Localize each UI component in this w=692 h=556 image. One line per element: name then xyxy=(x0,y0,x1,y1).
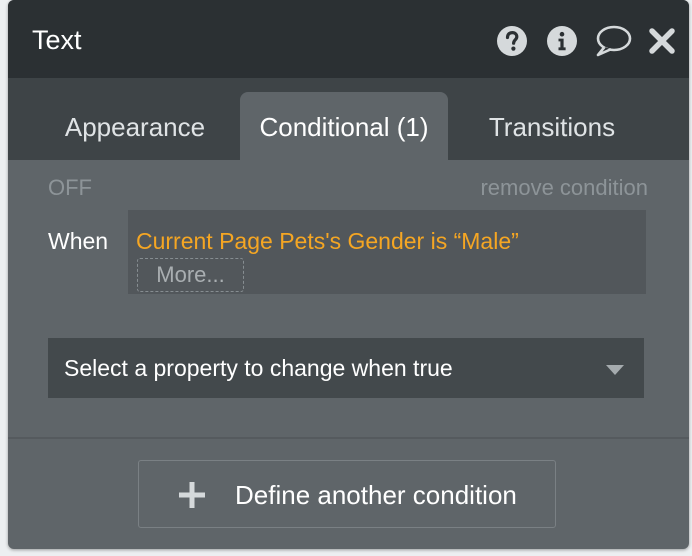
more-button[interactable]: More... xyxy=(137,258,244,292)
close-icon[interactable] xyxy=(648,27,676,55)
plus-icon xyxy=(179,482,205,508)
tab-appearance[interactable]: Appearance xyxy=(40,92,230,160)
when-label: When xyxy=(48,228,109,254)
condition-expression-field[interactable]: Current Page Pets's Gender is “Male” Mor… xyxy=(128,210,646,294)
define-condition-button[interactable]: Define another condition xyxy=(138,460,556,528)
property-select[interactable]: Select a property to change when true xyxy=(48,338,644,398)
panel-title: Text xyxy=(32,25,82,55)
tab-bar: Appearance Conditional (1) Transitions xyxy=(8,78,689,160)
condition-status: OFF xyxy=(48,175,92,200)
comment-icon[interactable] xyxy=(594,24,632,58)
title-bar: Text xyxy=(8,0,689,78)
define-condition-label: Define another condition xyxy=(235,480,517,510)
divider xyxy=(8,437,689,439)
info-icon[interactable] xyxy=(546,25,578,57)
tab-transitions[interactable]: Transitions xyxy=(462,92,642,160)
property-select-placeholder: Select a property to change when true xyxy=(64,355,453,381)
property-editor-panel: Text Appearance Conditional (1) Transiti… xyxy=(8,0,689,549)
condition-expression[interactable]: Current Page Pets's Gender is “Male” xyxy=(136,226,519,256)
caret-down-icon xyxy=(606,365,624,375)
tab-conditional[interactable]: Conditional (1) xyxy=(240,92,448,160)
help-icon[interactable] xyxy=(496,25,528,57)
remove-condition-link[interactable]: remove condition xyxy=(480,174,648,202)
